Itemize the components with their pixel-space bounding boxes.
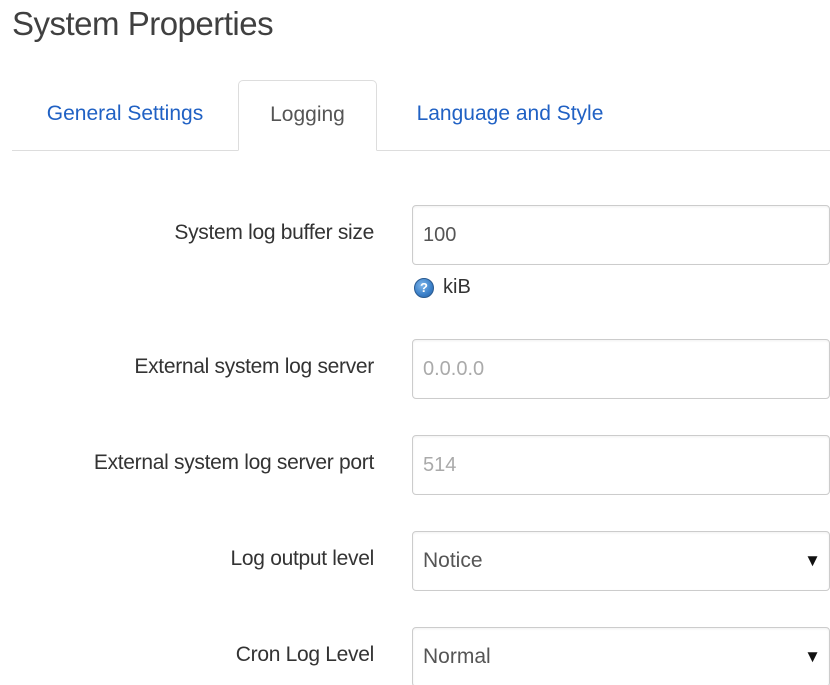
log-output-level-value: Notice [423, 549, 483, 572]
help-question-icon[interactable]: ? [414, 278, 434, 298]
log-buffer-size-field [412, 205, 830, 265]
log-buffer-size-hint: ? kiB [414, 274, 471, 300]
log-server-field [412, 339, 830, 399]
dropdown-arrow-icon: ▼ [804, 647, 821, 666]
log-buffer-size-label: System log buffer size [174, 221, 374, 244]
log-server-input[interactable] [413, 340, 829, 398]
cron-log-level-label: Cron Log Level [235, 643, 375, 666]
log-server-port-input[interactable] [413, 436, 829, 494]
dropdown-arrow-icon: ▼ [804, 551, 821, 570]
log-server-port-field [412, 435, 830, 495]
log-buffer-size-input[interactable] [413, 206, 829, 264]
log-buffer-size-unit: kiB [443, 275, 471, 298]
page-title: System Properties [12, 5, 274, 42]
tab-logging[interactable]: Logging [238, 80, 377, 151]
log-server-port-label: External system log server port [93, 451, 374, 474]
tab-general-settings[interactable]: General Settings [12, 80, 238, 150]
cron-log-level-select[interactable]: Normal ▼ [412, 627, 830, 685]
cron-log-level-value: Normal [423, 645, 491, 668]
tab-language-and-style[interactable]: Language and Style [382, 80, 638, 150]
log-server-label: External system log server [134, 355, 374, 378]
system-properties-page: System Properties General Settings Loggi… [0, 0, 830, 685]
log-output-level-label: Log output level [230, 547, 375, 570]
tab-bar: General Settings Logging Language and St… [12, 80, 830, 151]
log-output-level-select[interactable]: Notice ▼ [412, 531, 830, 591]
